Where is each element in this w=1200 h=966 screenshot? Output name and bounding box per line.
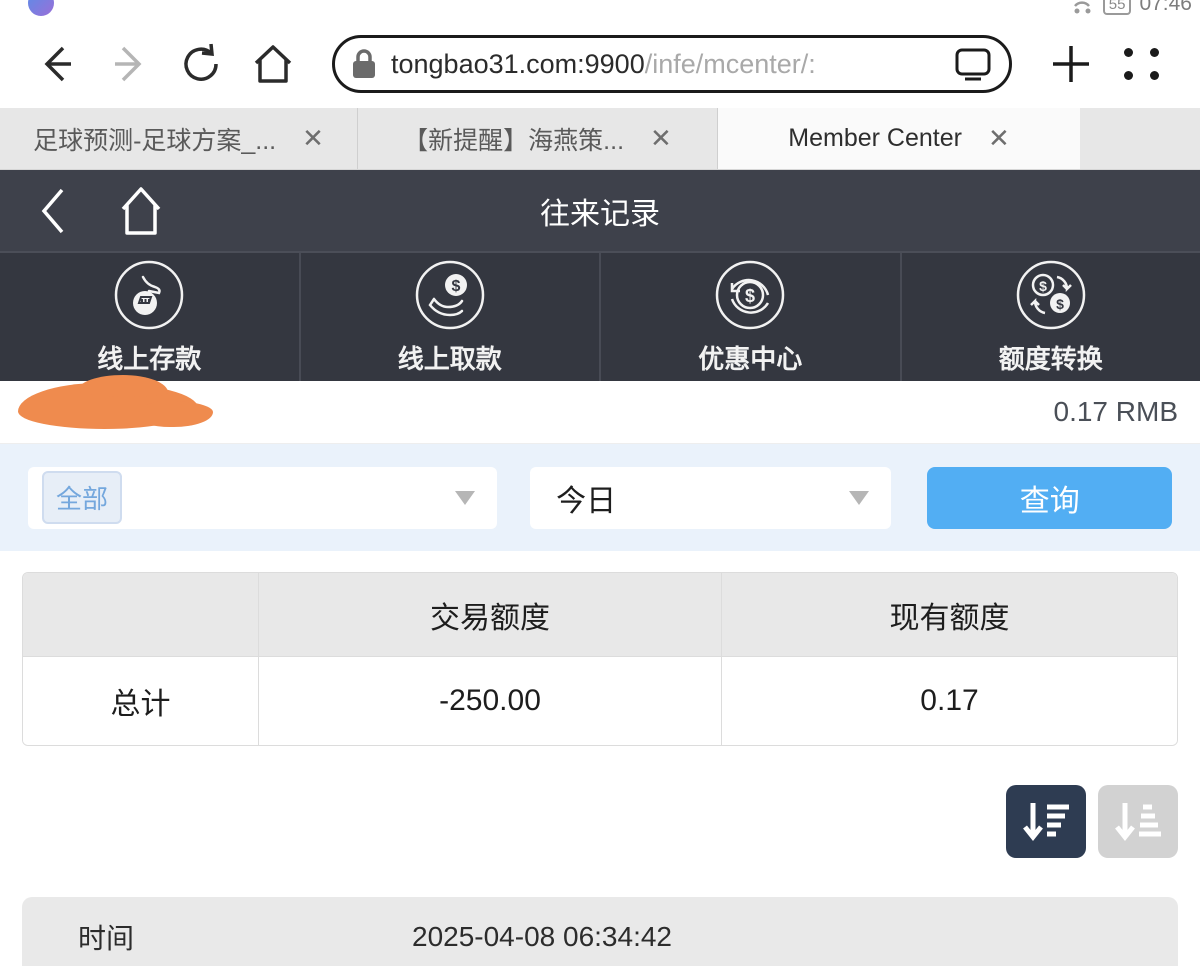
status-time: 07:46 <box>1139 0 1192 16</box>
balance-amount: 0.17 RMB <box>1054 396 1179 428</box>
date-select[interactable]: 今日 <box>530 467 891 529</box>
summary-table: 交易额度 现有额度 总计 -250.00 0.17 <box>22 572 1178 746</box>
battery-indicator: 55 <box>1103 0 1132 15</box>
nav-quota-transfer[interactable]: $ $ 额度转换 <box>902 253 1200 381</box>
header-cell-trade: 交易额度 <box>259 573 722 656</box>
nav-online-deposit[interactable]: 线上存款 <box>0 253 301 381</box>
quick-nav: 线上存款 $ 线上取款 $ 优惠中心 $ $ 额度转换 <box>0 253 1200 381</box>
type-select-value: 全部 <box>42 471 122 524</box>
nav-online-withdraw[interactable]: $ 线上取款 <box>301 253 602 381</box>
tab-title: Member Center <box>788 124 962 153</box>
time-label: 时间 <box>22 917 222 957</box>
tab-close-icon[interactable]: ✕ <box>650 123 672 154</box>
page-header: 往来记录 <box>0 170 1200 253</box>
nav-label: 优惠中心 <box>698 339 802 376</box>
sort-ascending-icon <box>1113 799 1163 845</box>
svg-text:$: $ <box>745 286 755 306</box>
tab-member-center[interactable]: Member Center ✕ <box>718 108 1080 169</box>
reload-button[interactable] <box>170 33 232 95</box>
home-button[interactable] <box>242 33 304 95</box>
deposit-hand-cash-icon <box>113 259 185 331</box>
chevron-down-icon <box>849 491 869 505</box>
new-tab-button[interactable] <box>1040 33 1102 95</box>
tab-title: 足球预测-足球方案_... <box>33 121 276 157</box>
account-row: si nnnn 0.17 RMB <box>0 381 1200 444</box>
current-amount: 0.17 <box>722 657 1177 745</box>
trade-amount: -250.00 <box>259 657 722 745</box>
filter-bar: 全部 今日 查询 <box>0 444 1200 551</box>
tab-title: 【新提醒】海燕策... <box>403 121 624 157</box>
tab-close-icon[interactable]: ✕ <box>988 123 1010 154</box>
tab-notice[interactable]: 【新提醒】海燕策... ✕ <box>358 108 718 169</box>
header-cell-current: 现有额度 <box>722 573 1177 656</box>
withdraw-hand-coin-icon: $ <box>414 259 486 331</box>
time-value: 2025-04-08 06:34:42 <box>222 921 862 953</box>
nav-label: 额度转换 <box>999 339 1103 376</box>
url-text: tongbao31.com:9900/infe/mcenter/: <box>391 49 953 80</box>
nav-promo-center[interactable]: $ 优惠中心 <box>601 253 902 381</box>
app-badge-icon <box>28 0 54 16</box>
menu-button[interactable] <box>1112 33 1174 95</box>
tab-close-icon[interactable]: ✕ <box>302 123 324 154</box>
transfer-coins-exchange-icon: $ $ <box>1015 259 1087 331</box>
nav-label: 线上取款 <box>398 339 502 376</box>
menu-dots-icon <box>1124 48 1162 80</box>
svg-text:$: $ <box>1039 278 1047 294</box>
svg-text:$: $ <box>1056 296 1064 312</box>
sort-descending-icon <box>1021 799 1071 845</box>
forward-button[interactable] <box>98 33 160 95</box>
url-path: /infe/mcenter/: <box>645 49 816 79</box>
browser-toolbar: tongbao31.com:9900/infe/mcenter/: <box>0 20 1200 108</box>
tab-strip: 足球预测-足球方案_... ✕ 【新提醒】海燕策... ✕ Member Cen… <box>0 108 1200 170</box>
nav-label: 线上存款 <box>97 339 201 376</box>
network-signal-icon <box>1071 0 1095 16</box>
url-domain: tongbao31.com:9900 <box>391 49 645 79</box>
desktop-site-icon[interactable] <box>953 46 993 82</box>
page-title: 往来记录 <box>0 189 1200 233</box>
total-label: 总计 <box>23 657 259 745</box>
date-select-value: 今日 <box>544 476 616 520</box>
svg-text:$: $ <box>451 278 460 295</box>
sort-descending-button[interactable] <box>1006 785 1086 858</box>
table-header-row: 交易额度 现有额度 <box>23 573 1177 657</box>
sort-controls <box>0 746 1200 897</box>
query-button[interactable]: 查询 <box>927 467 1172 529</box>
scribble-redaction <box>18 383 198 429</box>
back-button[interactable] <box>26 33 88 95</box>
address-bar[interactable]: tongbao31.com:9900/infe/mcenter/: <box>332 35 1012 93</box>
table-row: 总计 -250.00 0.17 <box>23 657 1177 745</box>
record-card-header: 时间 2025-04-08 06:34:42 <box>22 897 1178 966</box>
promo-coin-refresh-icon: $ <box>714 259 786 331</box>
header-cell-blank <box>23 573 259 656</box>
type-select[interactable]: 全部 <box>28 467 497 529</box>
chevron-down-icon <box>455 491 475 505</box>
lock-icon <box>351 48 377 80</box>
sort-ascending-button[interactable] <box>1098 785 1178 858</box>
status-bar: 55 07:46 <box>0 0 1200 20</box>
tab-football[interactable]: 足球预测-足球方案_... ✕ <box>0 108 358 169</box>
